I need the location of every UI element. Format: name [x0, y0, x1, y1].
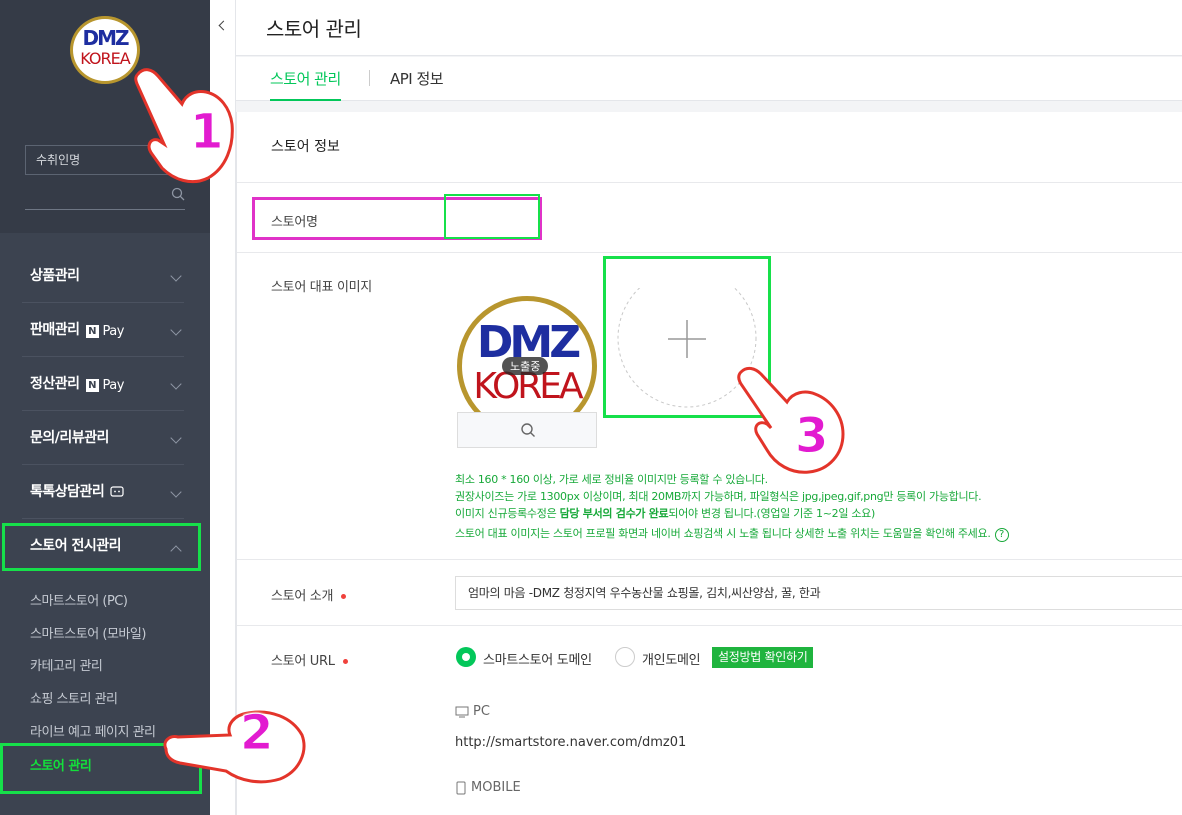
sidebar-item-talktalk[interactable]: 톡톡상담관리	[22, 465, 184, 519]
image-guide-line1: 최소 160 * 160 이상, 가로 세로 정비율 이미지만 등록할 수 있습…	[455, 473, 768, 486]
mobile-icon	[456, 781, 466, 794]
required-dot-icon	[342, 659, 348, 664]
submenu-live-preview[interactable]: 라이브 예고 페이지 관리	[30, 723, 156, 743]
sidebar-item-settlement[interactable]: 정산관리 N Pay	[22, 357, 184, 411]
divider	[237, 625, 1182, 626]
image-zoom-button[interactable]	[457, 412, 597, 448]
step-number-2: 2	[239, 705, 274, 762]
npay-badge: N Pay	[85, 305, 124, 359]
page-title: 스토어 관리	[266, 17, 362, 41]
radio-label-smartstore-domain[interactable]: 스마트스토어 도메인	[483, 649, 592, 668]
howto-button[interactable]: 설정방법 확인하기	[712, 647, 814, 668]
divider	[237, 252, 1182, 253]
step-number-1: 1	[189, 104, 224, 161]
npay-icon: N	[85, 379, 99, 392]
pointing-hand-icon	[163, 710, 306, 784]
chevron-left-icon[interactable]	[218, 20, 229, 31]
section-title: 스토어 정보	[271, 139, 340, 155]
store-intro-input[interactable]: 엄마의 마음 -DMZ 청정지역 우수농산물 쇼핑몰, 김치,씨산양삼, 꿀, …	[455, 576, 1182, 610]
image-guide-line2: 권장사이즈는 가로 1300px 이상이며, 최대 20MB까지 가능하며, 파…	[455, 490, 982, 503]
image-guide-line3: 이미지 신규등록수정은 담당 부서의 검수가 완료되어야 변경 됩니다.(영업일…	[455, 507, 875, 520]
sidebar-item-label: 정산관리	[30, 376, 80, 392]
sidebar-item-product[interactable]: 상품관리	[22, 249, 184, 303]
store-intro-label: 스토어 소개	[271, 585, 347, 604]
talk-icon	[110, 486, 124, 497]
required-dot-icon	[341, 594, 347, 599]
sidebar-item-label: 톡톡상담관리	[30, 484, 105, 500]
tab-store-manage[interactable]: 스토어 관리	[270, 68, 341, 101]
npay-icon: N	[85, 325, 99, 338]
image-guide-line4: 스토어 대표 이미지는 스토어 프로필 화면과 네이버 쇼핑검색 시 노출 됩니…	[455, 525, 1009, 542]
monitor-icon	[455, 706, 469, 717]
radio-label-personal-domain[interactable]: 개인도메인	[642, 649, 701, 668]
sidebar-item-sales[interactable]: 판매관리 N Pay	[22, 303, 184, 357]
chevron-down-icon	[170, 486, 182, 498]
sidebar-item-label: 상품관리	[30, 268, 80, 284]
sidebar-item-inquiry[interactable]: 문의/리뷰관리	[22, 411, 184, 465]
highlight-store-name-input	[444, 194, 540, 239]
radio-personal-domain[interactable]	[615, 647, 635, 667]
tab-bar: 스토어 관리 API 정보	[236, 57, 1182, 101]
highlight-store-display-menu	[2, 523, 201, 571]
npay-badge: N Pay	[85, 359, 124, 413]
step-number-3: 3	[794, 408, 829, 465]
divider	[237, 182, 1182, 183]
sidebar-item-label: 문의/리뷰관리	[30, 430, 109, 446]
chevron-down-icon	[170, 324, 182, 336]
submenu-smartstore-pc[interactable]: 스마트스토어 (PC)	[30, 592, 128, 612]
chevron-down-icon	[170, 270, 182, 282]
pointing-hand-icon	[737, 366, 845, 474]
store-image-label: 스토어 대표 이미지	[271, 280, 372, 295]
logo-text-korea: KOREA	[80, 49, 130, 68]
store-url-label: 스토어 URL	[271, 650, 348, 669]
submenu-shopping-story[interactable]: 쇼핑 스토리 관리	[30, 690, 118, 710]
chevron-down-icon	[170, 432, 182, 444]
exposed-badge: 노출중	[502, 357, 549, 375]
submenu-smartstore-mobile[interactable]: 스마트스토어 (모바일)	[30, 625, 146, 645]
help-icon[interactable]: ?	[994, 528, 1009, 542]
pointing-hand-icon	[134, 68, 234, 184]
tab-api-info[interactable]: API 정보	[390, 68, 444, 101]
magnifier-icon	[521, 423, 535, 437]
radio-smartstore-domain[interactable]	[456, 647, 476, 667]
sidebar-item-label: 판매관리	[30, 322, 80, 338]
chevron-down-icon	[170, 378, 182, 390]
mobile-label: MOBILE	[455, 780, 521, 795]
logo-text-dmz: DMZ	[82, 26, 129, 50]
pc-url: http://smartstore.naver.com/dmz01	[455, 735, 687, 750]
submenu-category[interactable]: 카테고리 관리	[30, 657, 103, 677]
pc-label: PC	[455, 704, 490, 719]
page-header: 스토어 관리	[236, 0, 1182, 56]
search-icon[interactable]	[171, 187, 185, 201]
divider	[237, 559, 1182, 560]
tab-divider	[369, 70, 370, 86]
